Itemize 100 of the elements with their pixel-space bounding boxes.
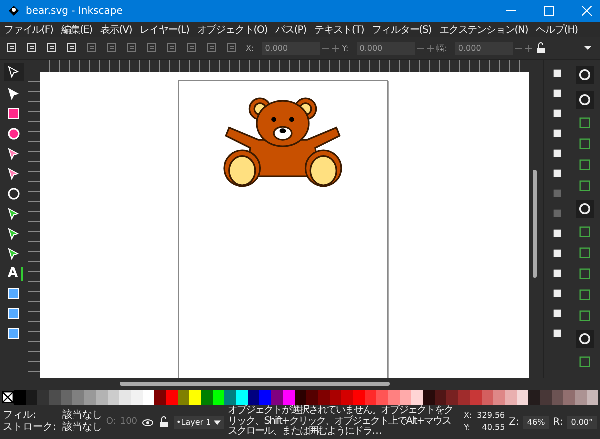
color-swatch[interactable] — [282, 390, 294, 405]
close-icon[interactable] — [582, 6, 592, 16]
no-paint-swatch[interactable] — [2, 390, 14, 405]
status-message: オブジェクトが選択されていません。オブジェクトをクリック、Shift+クリック、オブジェクト上でAlt+マウススクロール、または囲むようにドラ… — [228, 406, 454, 438]
color-swatch[interactable] — [294, 390, 306, 405]
menu-item[interactable]: オブジェクト(O) — [197, 22, 268, 36]
stroke-value: 該当なし — [62, 422, 102, 434]
color-swatch[interactable] — [434, 390, 446, 405]
window-title: bear.svg - Inkscape — [26, 6, 123, 16]
color-swatch[interactable] — [470, 390, 482, 405]
color-swatch[interactable] — [72, 390, 84, 405]
color-swatch[interactable] — [142, 390, 154, 405]
caret-icon — [214, 418, 222, 426]
y-coordinate: 40.55 — [481, 422, 506, 434]
snap-icon[interactable] — [576, 66, 594, 84]
menu-item[interactable]: フィルター(S) — [372, 22, 432, 36]
color-swatch[interactable] — [482, 390, 494, 405]
color-swatch[interactable] — [26, 390, 38, 405]
snap-icon[interactable] — [576, 200, 594, 218]
color-swatch[interactable] — [14, 390, 26, 405]
x-coordinate: 329.56 — [477, 410, 506, 422]
color-swatch[interactable] — [178, 390, 190, 405]
color-swatch[interactable] — [341, 390, 353, 405]
stroke-label: ストローク: — [3, 422, 56, 434]
color-swatch[interactable] — [540, 390, 552, 405]
color-swatch[interactable] — [446, 390, 458, 405]
rotation-field[interactable]: 0.00° — [567, 416, 597, 428]
menu-item[interactable]: エクステンション(N) — [440, 22, 528, 36]
color-swatch[interactable] — [166, 390, 178, 405]
lock-icon[interactable] — [535, 42, 548, 54]
circle-icon[interactable] — [6, 127, 22, 141]
field-label: Y: — [342, 44, 349, 52]
color-swatch[interactable] — [318, 390, 330, 405]
menu-item[interactable]: ヘルプ(H) — [536, 22, 578, 36]
color-swatch[interactable] — [364, 390, 376, 405]
field-label: 幅: — [436, 42, 448, 54]
fill-value: 該当なし — [62, 410, 102, 422]
app-icon — [8, 5, 20, 17]
color-swatch[interactable] — [189, 390, 201, 405]
color-swatch[interactable] — [376, 390, 388, 405]
number-field[interactable]: 0.000 — [262, 42, 320, 54]
color-swatch[interactable] — [504, 390, 517, 405]
opacity-label: O: — [106, 417, 116, 427]
zoom-label: Z: — [509, 416, 520, 428]
color-swatch[interactable] — [108, 390, 120, 405]
gradient-icon[interactable] — [6, 287, 22, 301]
menu-item[interactable]: レイヤー(L) — [140, 22, 190, 36]
color-swatch[interactable] — [563, 390, 575, 405]
color-swatch[interactable] — [388, 390, 400, 405]
number-field[interactable]: 0.000 — [455, 42, 514, 54]
color-swatch[interactable] — [575, 390, 587, 405]
color-swatch[interactable] — [586, 390, 598, 405]
color-swatch[interactable] — [493, 390, 505, 405]
color-swatch[interactable] — [516, 390, 528, 405]
maximize-icon[interactable] — [544, 6, 554, 16]
menu-item[interactable]: ファイル(F) — [4, 22, 54, 36]
color-swatch[interactable] — [458, 390, 470, 405]
color-swatch[interactable] — [528, 390, 540, 405]
vertical-scrollbar[interactable] — [533, 170, 537, 278]
color-swatch[interactable] — [552, 390, 564, 405]
color-swatch[interactable] — [212, 390, 224, 405]
color-swatch[interactable] — [224, 390, 236, 405]
color-swatch[interactable] — [96, 390, 108, 405]
color-swatch[interactable] — [400, 390, 412, 405]
plus-icon[interactable] — [525, 44, 532, 52]
menu-item[interactable]: テキスト(T) — [314, 22, 364, 36]
horizontal-scrollbar[interactable] — [120, 382, 390, 386]
color-swatch[interactable] — [306, 390, 318, 405]
menu-item[interactable]: 編集(E) — [61, 22, 92, 36]
number-field[interactable]: 0.000 — [356, 42, 415, 54]
fill-label: フィル: — [3, 410, 38, 422]
menu-item[interactable]: 表示(V) — [100, 22, 132, 36]
plus-icon[interactable] — [332, 44, 340, 52]
x-label: X: — [464, 410, 472, 422]
color-swatch[interactable] — [271, 390, 283, 405]
rectangle-icon[interactable] — [6, 107, 22, 121]
color-swatch[interactable] — [236, 390, 248, 405]
rotation-label: R: — [553, 416, 564, 428]
zoom-field[interactable]: 46% — [523, 416, 550, 428]
color-swatch[interactable] — [49, 390, 61, 405]
menu-item[interactable]: パス(P) — [276, 22, 306, 36]
color-swatch[interactable] — [259, 390, 272, 405]
color-swatch[interactable] — [330, 390, 342, 405]
color-swatch[interactable] — [154, 390, 166, 405]
snap-icon[interactable] — [576, 91, 594, 109]
field-label: X: — [246, 44, 254, 52]
plus-icon[interactable] — [426, 44, 434, 52]
color-swatch[interactable] — [411, 390, 424, 405]
layer-dropdown[interactable]: •Layer 1 — [174, 416, 224, 428]
color-swatch[interactable] — [352, 390, 365, 405]
color-swatch[interactable] — [248, 390, 260, 405]
color-swatch[interactable] — [37, 390, 50, 405]
color-swatch[interactable] — [119, 390, 131, 405]
color-swatch[interactable] — [130, 390, 143, 405]
color-swatch[interactable] — [423, 390, 435, 405]
color-swatch[interactable] — [201, 390, 213, 405]
lock-icon[interactable] — [158, 416, 170, 428]
snap-icon[interactable] — [576, 330, 594, 348]
color-swatch[interactable] — [60, 390, 72, 405]
color-swatch[interactable] — [84, 390, 96, 405]
